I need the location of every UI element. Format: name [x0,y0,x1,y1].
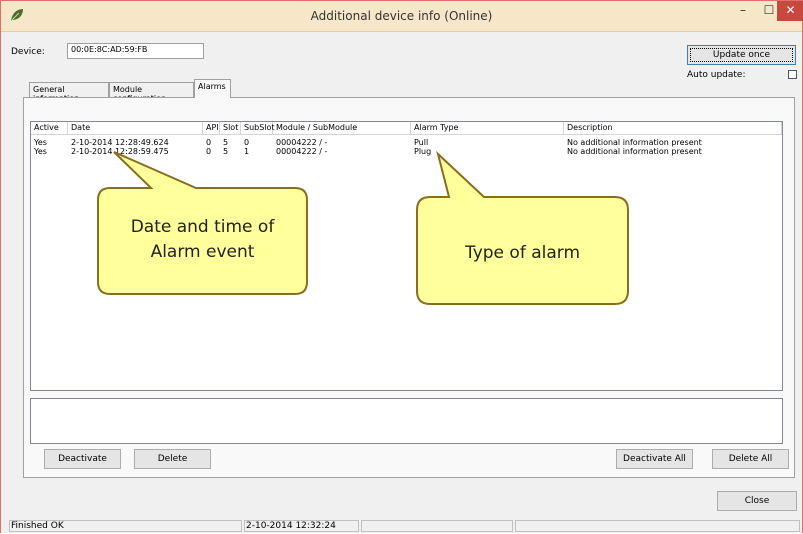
callout-type-text: Type of alarm [464,243,581,263]
callout-overlay [97,150,629,305]
callout-date-text: Date and time of Alarm event [130,217,275,262]
callout-type-shape [416,150,629,305]
app-window: Additional device info (Online) – ☐ ✕ De… [0,0,803,533]
tab-alarms[interactable]: Alarms [194,79,231,98]
